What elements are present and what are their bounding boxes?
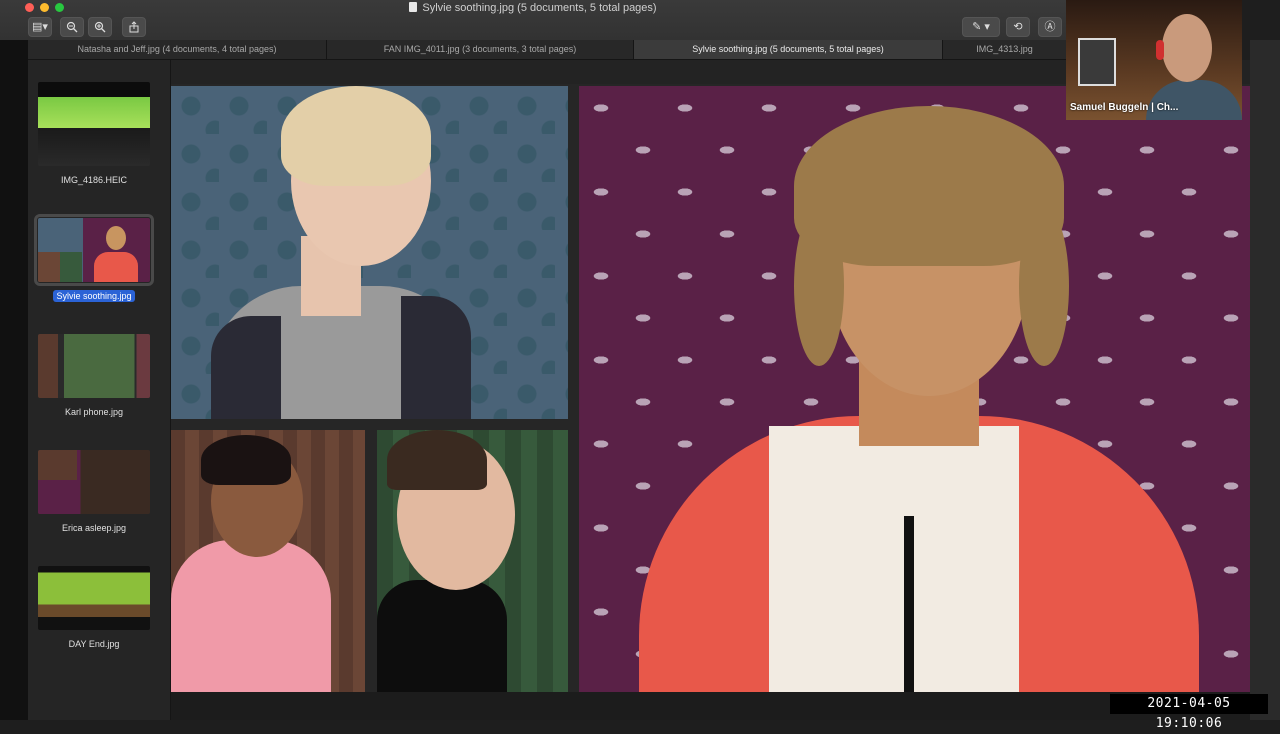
collage-photo-man-profile	[377, 430, 568, 692]
sidebar-toggle-button[interactable]: ▤▾	[28, 17, 52, 37]
timestamp-overlay: 2021-04-05 19:10:06	[1110, 694, 1268, 731]
share-icon	[129, 21, 139, 33]
window-in-background	[1078, 38, 1116, 86]
collage-photo-woman-purple-background	[579, 86, 1250, 692]
collage-photo-woman-blue-background	[171, 86, 568, 419]
thumbnail-image	[38, 82, 150, 166]
thumbnail-sidebar: IMG_4186.HEIC Sylvie soothing.jpg Karl p…	[28, 60, 171, 720]
window-edge-right	[1250, 40, 1280, 720]
pen-icon: ✎ ▾	[972, 21, 990, 33]
markup-toolbar-button[interactable]: Ⓐ	[1038, 17, 1062, 37]
tab-img-4313[interactable]: IMG_4313.jpg	[943, 40, 1066, 59]
rotate-icon: ⟲	[1013, 21, 1023, 33]
thumbnail-image	[38, 450, 150, 514]
tab-natasha-and-jeff[interactable]: Natasha and Jeff.jpg (4 documents, 4 tot…	[28, 40, 327, 59]
zoom-in-icon	[94, 21, 106, 33]
document-icon	[409, 2, 418, 12]
markup-circle-icon: Ⓐ	[1044, 21, 1056, 33]
tab-sylvie-soothing[interactable]: Sylvie soothing.jpg (5 documents, 5 tota…	[634, 40, 943, 59]
participant-face	[1162, 14, 1212, 82]
tab-bar: Natasha and Jeff.jpg (4 documents, 4 tot…	[28, 40, 1066, 60]
thumbnail-image	[38, 334, 150, 398]
headphones-icon	[1156, 40, 1164, 60]
video-participant-tile[interactable]: Samuel Buggeln | Ch...	[1066, 0, 1242, 120]
zoom-out-button[interactable]	[60, 17, 84, 37]
thumbnail-image	[38, 566, 150, 630]
sidebar-item-label: Karl phone.jpg	[64, 407, 124, 417]
sidebar-item-label: Sylvie soothing.jpg	[28, 290, 160, 302]
markup-pen-button[interactable]: ✎ ▾	[962, 17, 1000, 37]
zoom-in-button[interactable]	[88, 17, 112, 37]
sidebar-item-label: Erica asleep.jpg	[61, 523, 127, 533]
thumbnail-image	[34, 214, 154, 286]
sidebar-icon: ▤▾	[32, 21, 48, 33]
zoom-out-icon	[66, 21, 78, 33]
tab-fan-img-4011[interactable]: FAN IMG_4011.jpg (3 documents, 3 total p…	[327, 40, 634, 59]
window-title: Sylvie soothing.jpg (5 documents, 5 tota…	[0, 2, 1066, 14]
canvas-bottom-margin	[171, 692, 1250, 720]
window-edge	[0, 40, 28, 720]
sidebar-item-label: DAY End.jpg	[68, 639, 120, 649]
share-button[interactable]	[122, 17, 146, 37]
participant-body	[1146, 80, 1242, 120]
participant-name: Samuel Buggeln | Ch...	[1070, 102, 1179, 113]
window-title-text: Sylvie soothing.jpg (5 documents, 5 tota…	[422, 2, 657, 14]
rotate-button[interactable]: ⟲	[1006, 17, 1030, 37]
title-bar: Sylvie soothing.jpg (5 documents, 5 tota…	[0, 0, 1066, 41]
sidebar-item-label: IMG_4186.HEIC	[60, 175, 128, 185]
collage-photo-man-pink-shirt	[171, 430, 365, 692]
